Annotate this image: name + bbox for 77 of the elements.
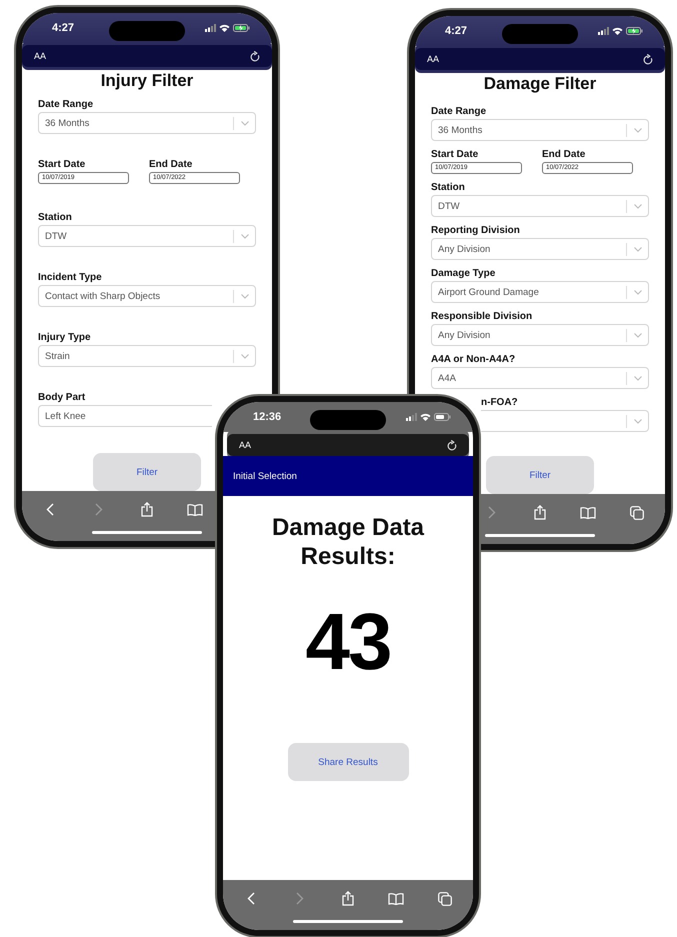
battery-icon [626,27,643,35]
chevron-down-icon [241,294,249,298]
filter-button[interactable]: Filter [486,456,594,494]
book-icon[interactable] [580,506,596,518]
battery-icon [434,413,451,421]
dropdown[interactable]: A4A [431,367,649,389]
book-icon[interactable] [187,504,204,516]
field-label: n-FOA? [481,397,519,408]
wifi-icon [219,24,230,32]
dropdown[interactable]: Airport Ground Damage [431,281,649,303]
field-label: Station [431,182,466,193]
field-label: Date Range [431,106,488,117]
field-label: Start Date [38,159,86,170]
dropdown[interactable]: Any Division [431,238,649,260]
page-title: Damage Filter [482,74,598,94]
status-time: 4:27 [445,25,468,37]
chevron-down-icon [241,120,249,126]
chevron-down-icon [634,128,642,132]
chevron-down-icon [241,354,249,358]
signal-icon [205,24,216,32]
dropdown[interactable]: DTW [431,195,649,217]
header-title[interactable]: Initial Selection [233,470,297,482]
battery-icon [233,24,250,32]
share-icon[interactable] [342,891,354,906]
text-size-button[interactable]: AA [427,54,440,64]
share-results-button[interactable]: Share Results [288,743,408,781]
field-label: A4A or Non-A4A? [431,354,516,365]
chevron-down-icon [634,204,642,208]
tabs-icon[interactable] [630,506,644,520]
field-label: Station [38,212,73,223]
dropdown[interactable]: Left Knee [38,405,212,427]
address-bar[interactable]: AA [415,48,665,70]
dropdown[interactable]: DTW [38,225,256,247]
field-label: End Date [149,159,194,170]
signal-icon [598,27,609,35]
back-icon[interactable] [247,892,256,905]
dropdown[interactable]: 36 Months [431,119,649,141]
chevron-down-icon [634,246,642,252]
page-title: Damage Data Results: [270,513,426,571]
status-time: 12:36 [253,411,282,423]
share-icon[interactable] [140,502,153,517]
wifi-icon [612,27,623,35]
chevron-down-icon [634,332,642,338]
reload-icon[interactable] [643,54,653,64]
field-label: Start Date [431,149,480,160]
wifi-icon [420,413,431,421]
tabs-icon[interactable] [438,892,452,906]
text-size-button[interactable]: AA [34,51,46,61]
result-count: 43 [304,597,392,687]
chevron-down-icon [634,418,642,424]
address-bar[interactable]: AA [227,434,469,456]
filter-button[interactable]: Filter [93,453,201,491]
field-label: Incident Type [38,272,103,283]
address-bar[interactable]: AA [22,45,272,67]
dropdown[interactable]: Strain [38,345,256,367]
text-size-button[interactable]: AA [239,440,252,450]
signal-icon [406,413,417,421]
field-label: Damage Type [431,268,496,279]
field-label: Responsible Division [431,311,534,322]
field-label: Body Part [38,392,86,403]
dropdown[interactable]: 36 Months [38,112,256,134]
reload-icon[interactable] [250,50,260,62]
chevron-down-icon [241,234,249,238]
dropdown[interactable]: Contact with Sharp Objects [38,285,256,307]
back-icon[interactable] [46,503,54,516]
field-label: Date Range [38,99,94,110]
dropdown[interactable]: Any Division [431,324,649,346]
book-icon[interactable] [388,892,404,904]
status-time: 4:27 [52,22,74,34]
chevron-down-icon [634,290,642,294]
reload-icon[interactable] [447,440,457,450]
chevron-down-icon [634,376,642,380]
page-title: Injury Filter [100,71,194,91]
share-icon[interactable] [534,505,546,520]
field-label: End Date [542,149,586,160]
field-label: Injury Type [38,332,92,343]
field-label: Reporting Division [431,225,521,236]
